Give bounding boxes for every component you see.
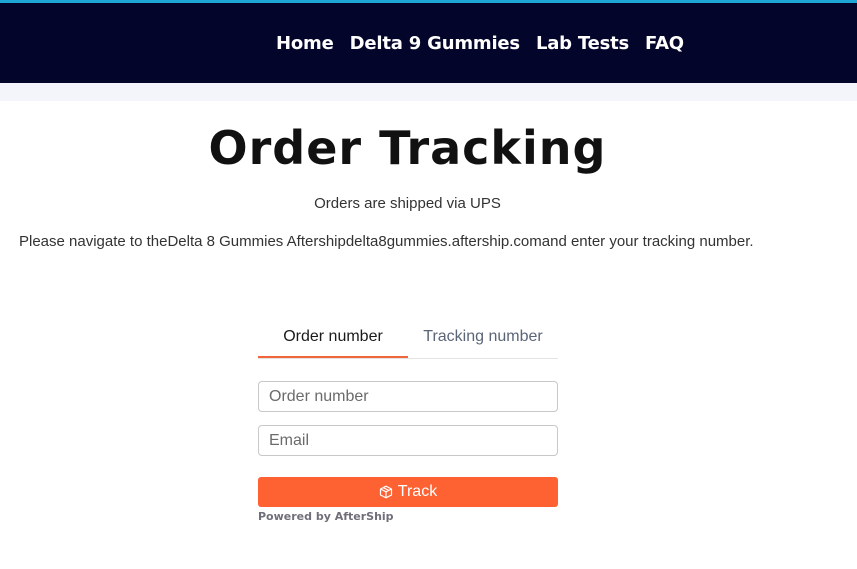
tab-order-number[interactable]: Order number — [258, 320, 408, 358]
nav-lab-tests[interactable]: Lab Tests — [536, 33, 629, 54]
site-header: Home Delta 9 Gummies Lab Tests FAQ — [0, 3, 857, 83]
nav-delta-9-gummies[interactable]: Delta 9 Gummies — [350, 33, 521, 54]
order-number-input[interactable] — [258, 381, 558, 412]
track-button-label: Track — [397, 483, 438, 500]
track-button[interactable]: Track — [258, 477, 558, 507]
header-sub-bar — [0, 83, 857, 101]
nav-faq[interactable]: FAQ — [645, 33, 684, 54]
aftership-tracking-widget: Order number Tracking number Track Power… — [258, 320, 558, 523]
nav-home[interactable]: Home — [276, 33, 334, 54]
tracking-tabs: Order number Tracking number — [258, 320, 558, 359]
tab-tracking-number[interactable]: Tracking number — [408, 320, 558, 358]
powered-by-aftership[interactable]: Powered by AfterShip — [258, 510, 558, 523]
navigate-instructions: Please navigate to theDelta 8 Gummies Af… — [19, 233, 754, 250]
page-title: Order Tracking — [208, 121, 607, 175]
package-box-icon — [379, 485, 393, 499]
main-nav: Home Delta 9 Gummies Lab Tests FAQ — [276, 3, 700, 83]
email-input[interactable] — [258, 425, 558, 456]
shipping-note: Orders are shipped via UPS — [314, 195, 501, 212]
